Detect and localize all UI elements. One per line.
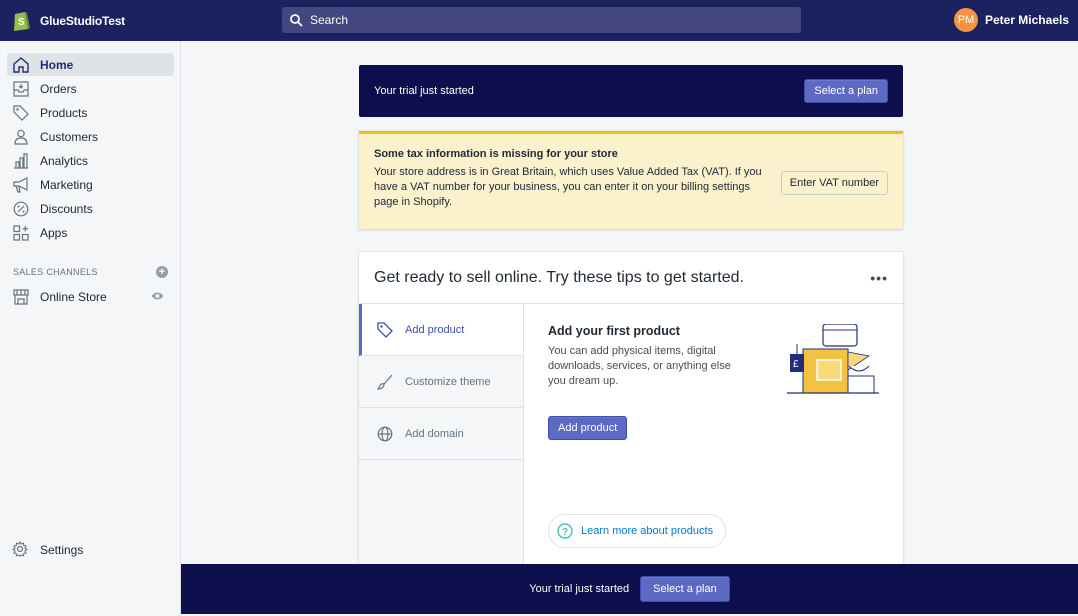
sidebar-item-label: Discounts: [40, 201, 93, 216]
sidebar-item-products[interactable]: Products: [7, 101, 174, 124]
sidebar-item-online-store[interactable]: Online Store: [7, 285, 174, 308]
tips-tabs: Add product Customize theme Add domain: [359, 304, 524, 572]
sidebar-item-label: Products: [40, 105, 88, 120]
apps-icon: [12, 224, 30, 242]
card-title: Get ready to sell online. Try these tips…: [374, 268, 744, 286]
card-header: Get ready to sell online. Try these tips…: [359, 252, 903, 304]
avatar: PM: [953, 8, 978, 32]
bottom-trial-bar: Your trial just started Select a plan: [181, 564, 1078, 614]
sidebar: Home Orders Products Customers Analytics…: [0, 41, 181, 616]
warning-title: Some tax information is missing for your…: [374, 148, 618, 160]
svg-text:S: S: [18, 17, 25, 28]
sidebar-item-settings[interactable]: Settings: [11, 540, 84, 559]
gear-icon: [11, 540, 30, 559]
person-icon: [12, 128, 30, 146]
store-name: GlueStudioTest: [40, 13, 125, 28]
search-input[interactable]: Search: [282, 7, 801, 33]
search-icon: [290, 13, 303, 27]
tab-customize-theme[interactable]: Customize theme: [359, 356, 523, 408]
bar-chart-icon: [12, 152, 30, 170]
eye-icon[interactable]: [151, 289, 164, 304]
sidebar-item-label: Settings: [40, 543, 84, 557]
learn-more-link[interactable]: ? Learn more about products: [548, 514, 727, 548]
tab-label: Add domain: [405, 427, 464, 440]
sales-channels-label: SALES CHANNELS: [13, 267, 98, 277]
product-illustration: £: [787, 324, 879, 394]
tab-label: Customize theme: [405, 375, 491, 388]
sidebar-item-label: Marketing: [40, 177, 93, 192]
tab-label: Add product: [405, 323, 465, 336]
megaphone-icon: [12, 176, 30, 194]
select-plan-button[interactable]: Select a plan: [804, 79, 888, 103]
help-circle-icon: ?: [557, 523, 573, 539]
more-actions-icon[interactable]: •••: [870, 270, 888, 286]
trial-banner: Your trial just started Select a plan: [359, 65, 903, 117]
warning-body: Your store address is in Great Britain, …: [374, 166, 762, 208]
home-icon: [12, 56, 30, 74]
search-placeholder: Search: [310, 13, 349, 27]
sidebar-item-label: Analytics: [40, 153, 89, 168]
tab-add-domain[interactable]: Add domain: [359, 408, 523, 460]
tab-add-product[interactable]: Add product: [359, 304, 523, 356]
orders-icon: [12, 80, 30, 98]
bottom-select-plan-button[interactable]: Select a plan: [640, 576, 730, 602]
sidebar-item-label: Orders: [40, 81, 77, 96]
store-brand[interactable]: S GlueStudioTest: [0, 10, 180, 31]
shopify-logo-icon: S: [14, 12, 30, 31]
trial-text: Your trial just started: [374, 85, 474, 97]
sidebar-item-customers[interactable]: Customers: [7, 125, 174, 148]
brush-icon: [376, 373, 394, 391]
sidebar-item-home[interactable]: Home: [7, 53, 174, 76]
sidebar-item-label: Apps: [40, 225, 68, 240]
sidebar-item-label: Home: [40, 57, 74, 72]
learn-more-label: Learn more about products: [581, 525, 714, 537]
sidebar-item-label: Customers: [40, 129, 99, 144]
sidebar-item-label: Online Store: [40, 289, 107, 304]
tag-icon: [12, 104, 30, 122]
globe-icon: [376, 425, 394, 443]
pane-body: You can add physical items, digital down…: [548, 345, 731, 387]
sidebar-item-marketing[interactable]: Marketing: [7, 173, 174, 196]
add-channel-icon[interactable]: +: [156, 266, 168, 278]
tips-card: Get ready to sell online. Try these tips…: [359, 252, 903, 572]
tag-icon: [376, 321, 394, 339]
discount-icon: [12, 200, 30, 218]
store-icon: [12, 288, 30, 306]
sales-channels-heading: SALES CHANNELS +: [13, 266, 168, 278]
svg-text:£: £: [793, 359, 799, 370]
sidebar-item-discounts[interactable]: Discounts: [7, 197, 174, 220]
user-menu[interactable]: PM Peter Michaels: [953, 8, 1069, 32]
top-bar: S GlueStudioTest Search PM Peter Michael…: [0, 0, 1078, 41]
svg-text:?: ?: [562, 527, 568, 538]
add-product-button[interactable]: Add product: [548, 416, 628, 440]
sidebar-item-analytics[interactable]: Analytics: [7, 149, 174, 172]
sidebar-item-orders[interactable]: Orders: [7, 77, 174, 100]
sidebar-item-apps[interactable]: Apps: [7, 221, 174, 244]
bottom-trial-text: Your trial just started: [529, 583, 630, 595]
tax-warning-banner: Some tax information is missing for your…: [359, 131, 903, 229]
user-name: Peter Michaels: [984, 13, 1069, 27]
enter-vat-button[interactable]: Enter VAT number: [780, 171, 888, 195]
